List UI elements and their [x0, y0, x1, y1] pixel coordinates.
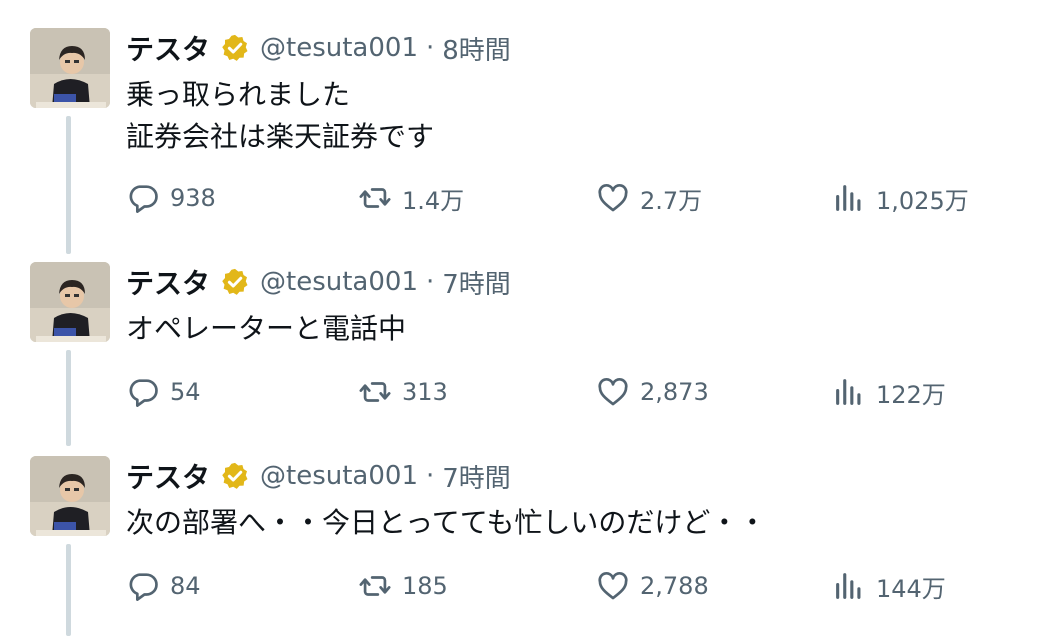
view-count: 1,025万 [876, 186, 969, 215]
like-count: 2,873 [640, 378, 709, 406]
tweet-text: 乗っ取られました 証券会社は楽天証券です [126, 74, 434, 158]
like-button[interactable]: 2,873 [596, 372, 709, 412]
retweet-icon [359, 576, 391, 596]
tweet[interactable]: テスタ @tesuta001 · 8時間 乗っ取られました 証券会社は楽天証券で… [0, 28, 1060, 228]
like-count: 2.7万 [640, 186, 703, 215]
retweet-icon [359, 382, 391, 402]
tweet-actions: 84 185 2,788 144万 [126, 566, 986, 606]
display-name[interactable]: テスタ [126, 262, 210, 302]
tweet[interactable]: テスタ @tesuta001 · 7時間 次の部署へ・・今日とってても忙しいのだ… [0, 456, 1060, 616]
retweet-count: 185 [402, 572, 448, 600]
tweet-text-line: 次の部署へ・・今日とってても忙しいのだけど・・ [126, 506, 767, 539]
reply-count: 84 [170, 572, 201, 600]
views-button[interactable]: 122万 [832, 372, 946, 412]
like-button[interactable]: 2.7万 [596, 178, 702, 218]
verified-badge-icon [222, 268, 248, 295]
retweet-count: 1.4万 [402, 186, 465, 215]
avatar[interactable] [30, 456, 110, 536]
reply-button[interactable]: 84 [126, 566, 201, 606]
tweet-text: オペレーターと電話中 [126, 308, 406, 350]
like-button[interactable]: 2,788 [596, 566, 709, 606]
reply-icon [129, 379, 158, 407]
heart-icon [598, 183, 628, 212]
verified-badge-icon [222, 462, 248, 489]
heart-icon [598, 571, 628, 600]
retweet-button[interactable]: 185 [358, 566, 448, 606]
timestamp[interactable]: 7時間 [442, 264, 511, 301]
heart-icon [598, 377, 628, 406]
tweet-actions: 54 313 2,873 122万 [126, 372, 986, 412]
retweet-button[interactable]: 1.4万 [358, 178, 464, 218]
views-bar-chart-icon [836, 573, 861, 599]
tweet-actions: 938 1.4万 2.7万 1,025万 [126, 178, 986, 218]
separator-dot: · [425, 33, 435, 63]
avatar[interactable] [30, 28, 110, 108]
separator-dot: · [425, 461, 435, 491]
separator-dot: · [425, 267, 435, 297]
retweet-button[interactable]: 313 [358, 372, 448, 412]
display-name[interactable]: テスタ [126, 456, 210, 496]
tweet-text-line: 証券会社は楽天証券です [126, 120, 435, 153]
tweet-header: テスタ @tesuta001 · 8時間 [126, 28, 511, 68]
tweet-header: テスタ @tesuta001 · 7時間 [126, 262, 511, 302]
tweet-text: 次の部署へ・・今日とってても忙しいのだけど・・ [126, 502, 766, 544]
avatar[interactable] [30, 262, 110, 342]
user-handle[interactable]: @tesuta001 [260, 267, 418, 297]
user-handle[interactable]: @tesuta001 [260, 33, 418, 63]
verified-badge-icon [222, 34, 248, 61]
reply-icon [129, 573, 158, 601]
views-bar-chart-icon [836, 185, 861, 211]
user-handle[interactable]: @tesuta001 [260, 461, 418, 491]
tweet[interactable]: テスタ @tesuta001 · 7時間 オペレーターと電話中 54 313 2… [0, 262, 1060, 422]
reply-count: 54 [170, 378, 201, 406]
views-button[interactable]: 1,025万 [832, 178, 969, 218]
timestamp[interactable]: 8時間 [442, 30, 511, 67]
retweet-icon [359, 188, 391, 208]
view-count: 122万 [876, 380, 946, 409]
like-count: 2,788 [640, 572, 709, 600]
reply-button[interactable]: 938 [126, 178, 216, 218]
timestamp[interactable]: 7時間 [442, 458, 511, 495]
display-name[interactable]: テスタ [126, 28, 210, 68]
reply-button[interactable]: 54 [126, 372, 201, 412]
retweet-count: 313 [402, 378, 448, 406]
reply-icon [129, 185, 158, 213]
tweet-header: テスタ @tesuta001 · 7時間 [126, 456, 511, 496]
view-count: 144万 [876, 574, 946, 603]
tweet-thread: テスタ @tesuta001 · 8時間 乗っ取られました 証券会社は楽天証券で… [0, 0, 1060, 636]
views-button[interactable]: 144万 [832, 566, 946, 606]
tweet-text-line: 乗っ取られました [126, 78, 351, 111]
views-bar-chart-icon [836, 379, 861, 405]
tweet-text-line: オペレーターと電話中 [126, 312, 407, 345]
reply-count: 938 [170, 184, 216, 212]
